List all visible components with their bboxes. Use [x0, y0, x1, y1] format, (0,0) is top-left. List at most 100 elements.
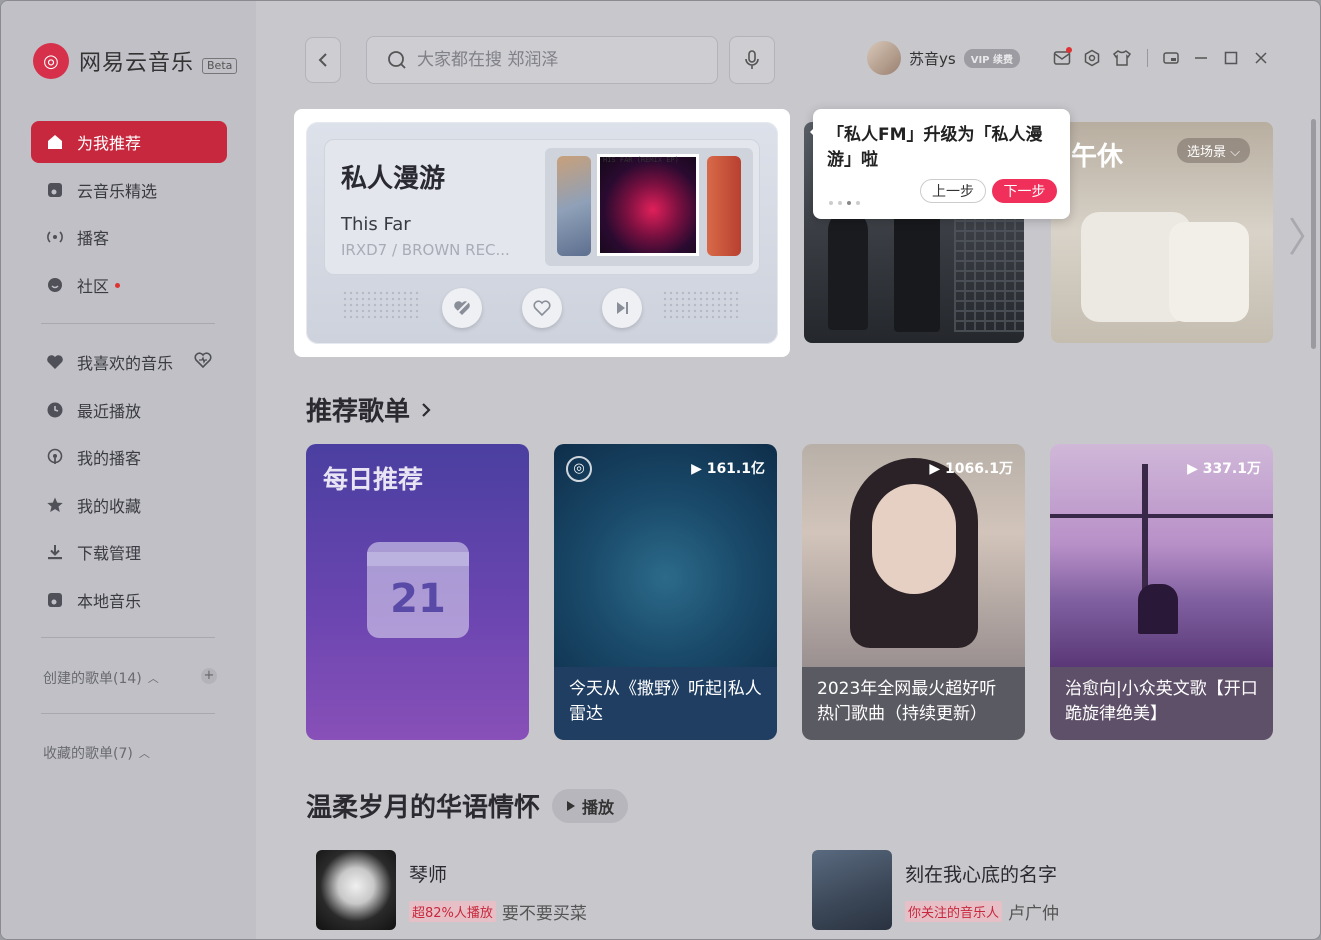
play-icon [567, 800, 576, 811]
sidebar-item-label: 播客 [77, 229, 110, 248]
song-tag: 你关注的音乐人 [905, 901, 1003, 922]
sidebar-item-podcast[interactable]: 播客 [31, 216, 227, 258]
mini-mode-icon[interactable] [1160, 47, 1182, 69]
sidebar-item-label: 云音乐精选 [77, 182, 158, 201]
app-name: 网易云音乐 [79, 51, 195, 76]
song-cover[interactable] [812, 850, 892, 930]
sidebar-divider [41, 713, 215, 714]
sidebar-item-label: 为我推荐 [77, 134, 142, 153]
vip-badge[interactable]: VIP 续费 [963, 48, 1020, 68]
fm-song-title[interactable]: This Far [341, 214, 411, 235]
sidebar-item-recent[interactable]: 最近播放 [31, 389, 227, 431]
sidebar-item-my-podcast[interactable]: 我的播客 [31, 436, 227, 478]
next-track-button[interactable] [602, 288, 642, 328]
playlist-card[interactable]: ◎ ▶ 161.1亿 今天从《撒野》听起|私人雷达 [554, 444, 777, 740]
playlist-card[interactable]: ▶ 1066.1万 2023年全网最火超好听热门歌曲（持续更新） [802, 444, 1025, 740]
app-logo[interactable]: ◎ 网易云音乐 Beta [33, 43, 238, 79]
search-box[interactable] [366, 36, 718, 84]
chevron-left-icon [318, 53, 327, 67]
playlist-card[interactable]: ▶ 337.1万 治愈向|小众英文歌【开口跪旋律绝美】 [1050, 444, 1273, 740]
heart-icon [45, 352, 65, 372]
maximize-icon[interactable] [1220, 47, 1242, 69]
sidebar-item-label: 我喜欢的音乐 [77, 354, 174, 373]
sidebar: ◎ 网易云音乐 Beta 为我推荐 云音乐精选 播客 社区 我喜欢的音乐 最近播… [1, 1, 256, 939]
search-input[interactable] [417, 50, 697, 70]
voice-search-button[interactable] [729, 36, 775, 84]
music-note-icon [45, 590, 65, 610]
dislike-button[interactable] [442, 288, 482, 328]
fm-info-panel: 私人漫游 This Far IRXD7 / BROWN REC... HIS F… [324, 139, 760, 275]
settings-icon[interactable] [1081, 47, 1103, 69]
feature-guide-tooltip: 「私人FM」升级为「私人漫游」啦 上一步 下一步 [810, 109, 1070, 219]
carousel-next-arrow[interactable]: 〉 [1288, 205, 1320, 263]
sidebar-item-favorites[interactable]: 我的收藏 [31, 484, 227, 526]
sidebar-item-recommend[interactable]: 为我推荐 [31, 121, 227, 163]
avatar[interactable] [867, 41, 901, 75]
chevron-down-icon: ⌵ [1230, 145, 1241, 160]
like-button[interactable] [522, 288, 562, 328]
sidebar-item-downloads[interactable]: 下载管理 [31, 531, 227, 573]
nostalgia-section-title: 温柔岁月的华语情怀 [306, 793, 541, 823]
minimize-icon[interactable] [1190, 47, 1212, 69]
tooltip-next-button[interactable]: 下一步 [992, 179, 1057, 203]
tooltip-steps [829, 201, 865, 205]
playlist-title: 2023年全网最火超好听热门歌曲（持续更新） [802, 667, 1025, 740]
add-playlist-button[interactable]: + [201, 668, 217, 684]
collected-playlists-header[interactable]: 收藏的歌单(7) ︿ [43, 743, 150, 763]
toolbar-separator [1147, 49, 1148, 67]
sidebar-item-local-music[interactable]: 本地音乐 [31, 579, 227, 621]
song-title[interactable]: 刻在我心底的名字 [905, 860, 1059, 887]
download-icon [45, 542, 65, 562]
music-note-icon [45, 180, 65, 200]
speaker-grille [342, 290, 422, 320]
beta-badge: Beta [202, 58, 238, 74]
skip-next-icon [617, 302, 628, 314]
back-button[interactable] [305, 37, 341, 83]
play-all-button[interactable]: 播放 [552, 788, 629, 823]
username[interactable]: 苏音ys [909, 48, 956, 69]
collected-playlists-label: 收藏的歌单(7) [43, 746, 133, 762]
album-cover-caption: HIS FAR (REMIX EP) [603, 156, 679, 164]
fm-cover-carousel: HIS FAR (REMIX EP) [545, 148, 753, 266]
recommend-section-header[interactable]: 推荐歌单 [306, 391, 432, 428]
close-icon[interactable] [1250, 47, 1272, 69]
daily-recommend-card[interactable]: 每日推荐 21 [306, 444, 529, 740]
search-icon [388, 51, 406, 69]
app-window: ◎ 网易云音乐 Beta 为我推荐 云音乐精选 播客 社区 我喜欢的音乐 最近播… [0, 0, 1321, 940]
tooltip-prev-button[interactable]: 上一步 [920, 179, 986, 203]
user-profile[interactable]: 苏音ys VIP 续费 [867, 41, 1020, 75]
song-row[interactable]: 琴师 超82%人播放 要不要买菜 [316, 850, 587, 930]
heartbeat-mode-icon[interactable] [193, 351, 213, 373]
sidebar-item-label: 最近播放 [77, 402, 142, 421]
song-row[interactable]: 刻在我心底的名字 你关注的音乐人 卢广仲 [812, 850, 1059, 930]
daily-recommend-title: 每日推荐 [323, 465, 424, 494]
sidebar-item-liked[interactable]: 我喜欢的音乐 [31, 341, 227, 383]
scene-card[interactable]: 午休 选场景 ⌵ [1051, 122, 1273, 343]
sidebar-item-featured[interactable]: 云音乐精选 [31, 169, 227, 211]
song-artist[interactable]: 卢广仲 [1008, 899, 1059, 924]
choose-scene-button[interactable]: 选场景 ⌵ [1177, 138, 1251, 163]
mail-icon[interactable] [1051, 47, 1073, 69]
tooltip-text: 「私人FM」升级为「私人漫游」啦 [827, 125, 1043, 170]
previous-cover [557, 156, 591, 256]
nostalgia-section-header: 温柔岁月的华语情怀 播放 [306, 787, 629, 824]
chat-icon [45, 275, 65, 295]
sidebar-item-community[interactable]: 社区 [31, 264, 227, 306]
scrollbar[interactable] [1311, 119, 1316, 349]
sidebar-item-label: 我的收藏 [77, 497, 142, 516]
play-count: ▶ 337.1万 [1187, 461, 1261, 477]
song-artist[interactable]: 要不要买菜 [502, 899, 587, 924]
sidebar-item-label: 本地音乐 [77, 592, 142, 611]
song-cover[interactable] [316, 850, 396, 930]
fm-artist[interactable]: IRXD7 / BROWN REC... [341, 241, 510, 259]
heart-outline-icon [533, 300, 551, 317]
private-roam-card[interactable]: 私人漫游 This Far IRXD7 / BROWN REC... HIS F… [306, 122, 778, 344]
created-playlists-header[interactable]: 创建的歌单(14) ︿ [43, 668, 159, 688]
fm-controls [442, 288, 642, 328]
skin-icon[interactable] [1111, 47, 1133, 69]
star-icon [45, 495, 65, 515]
sidebar-divider [41, 637, 215, 638]
song-title[interactable]: 琴师 [409, 860, 587, 887]
album-cover[interactable]: HIS FAR (REMIX EP) [597, 154, 699, 256]
next-cover [707, 156, 741, 256]
